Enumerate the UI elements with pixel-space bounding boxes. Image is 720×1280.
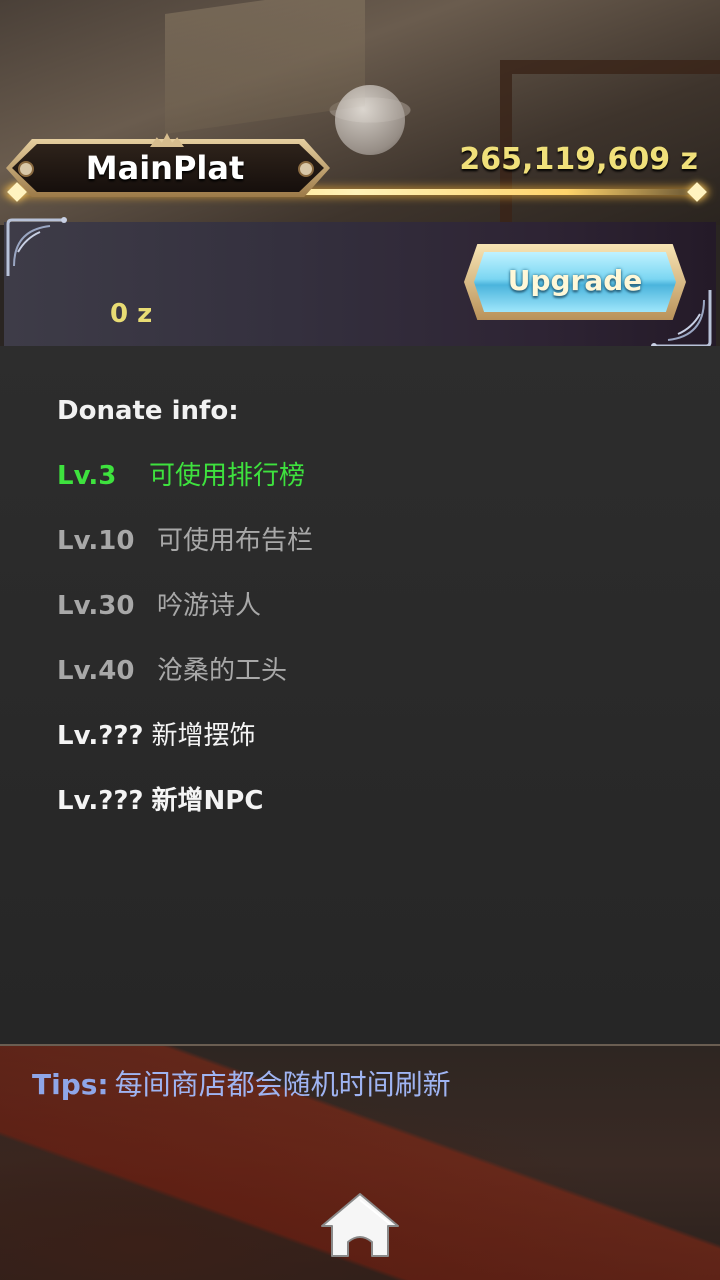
upgrade-button[interactable]: Upgrade (474, 252, 676, 312)
level-label: Lv.40 (57, 656, 135, 686)
donate-level-row: Lv.??? 新增NPC (57, 781, 263, 821)
corner-ornament-icon (6, 217, 67, 276)
donated-amount: 0 z (110, 299, 153, 329)
level-label: Lv.3 (57, 461, 117, 491)
donate-info-heading: Donate info: (57, 396, 239, 426)
page-title: MainPlat (85, 149, 245, 187)
money-counter: 265,119,609 z (459, 142, 698, 177)
donate-level-row: Lv.??? 新增摆饰 (57, 716, 256, 756)
level-description: 新增摆饰 (151, 721, 256, 751)
tips-text: 每间商店都会随机时间刷新 (114, 1068, 451, 1101)
title-gem-left (18, 161, 34, 177)
level-label: Lv.??? (57, 786, 144, 816)
donate-level-row: Lv.3 可使用排行榜 (57, 456, 305, 496)
level-description: 新增NPC (151, 786, 264, 816)
home-icon[interactable] (318, 1190, 402, 1262)
background-globe (335, 85, 405, 155)
title-gem-right (298, 161, 314, 177)
donate-level-row: Lv.40 沧桑的工头 (57, 651, 287, 691)
donate-level-row: Lv.10 可使用布告栏 (57, 521, 313, 561)
level-description: 吟游诗人 (157, 591, 262, 621)
level-description: 可使用排行榜 (149, 461, 306, 491)
donate-level-row: Lv.30 吟游诗人 (57, 586, 261, 626)
tips-line: Tips: 每间商店都会随机时间刷新 (32, 1064, 451, 1106)
level-label: Lv.30 (57, 591, 135, 621)
level-label: Lv.??? (57, 721, 144, 751)
level-description: 可使用布告栏 (157, 526, 314, 556)
level-description: 沧桑的工头 (157, 656, 288, 686)
level-label: Lv.10 (57, 526, 135, 556)
tips-label: Tips: (32, 1068, 109, 1101)
donate-info-area (0, 346, 720, 1044)
